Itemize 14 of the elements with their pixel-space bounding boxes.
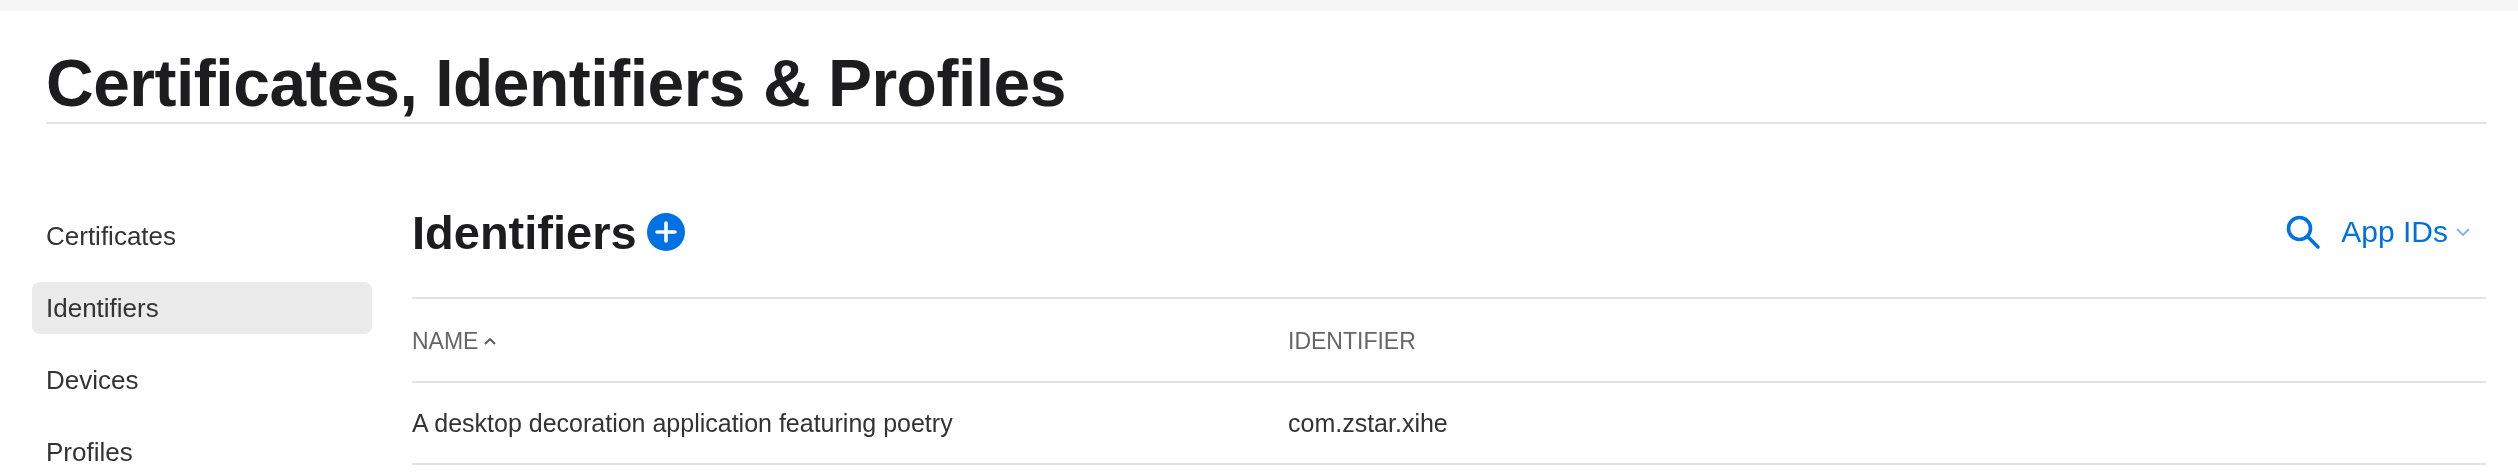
sidebar-item[interactable]: Certificates: [32, 210, 372, 262]
add-icon[interactable]: [646, 213, 685, 251]
sidebar-item[interactable]: Identifiers: [32, 282, 372, 334]
column-header[interactable]: NAME: [412, 327, 497, 355]
chevron-down-icon: [2456, 228, 2470, 236]
page-title: Certificates, Identifiers & Profiles: [46, 45, 1066, 121]
sidebar-item[interactable]: Profiles: [32, 426, 372, 472]
search-icon[interactable]: [2285, 214, 2322, 250]
table-cell: com.zstar.xihe: [1288, 408, 1448, 437]
sidebar-item[interactable]: Devices: [32, 354, 372, 406]
section-title: Identifiers: [412, 204, 637, 260]
column-header[interactable]: IDENTIFIER: [1288, 327, 1416, 355]
table-cell: A desktop decoration application featuring poetry: [412, 408, 953, 437]
filter-dropdown[interactable]: App IDs: [2331, 215, 2486, 249]
